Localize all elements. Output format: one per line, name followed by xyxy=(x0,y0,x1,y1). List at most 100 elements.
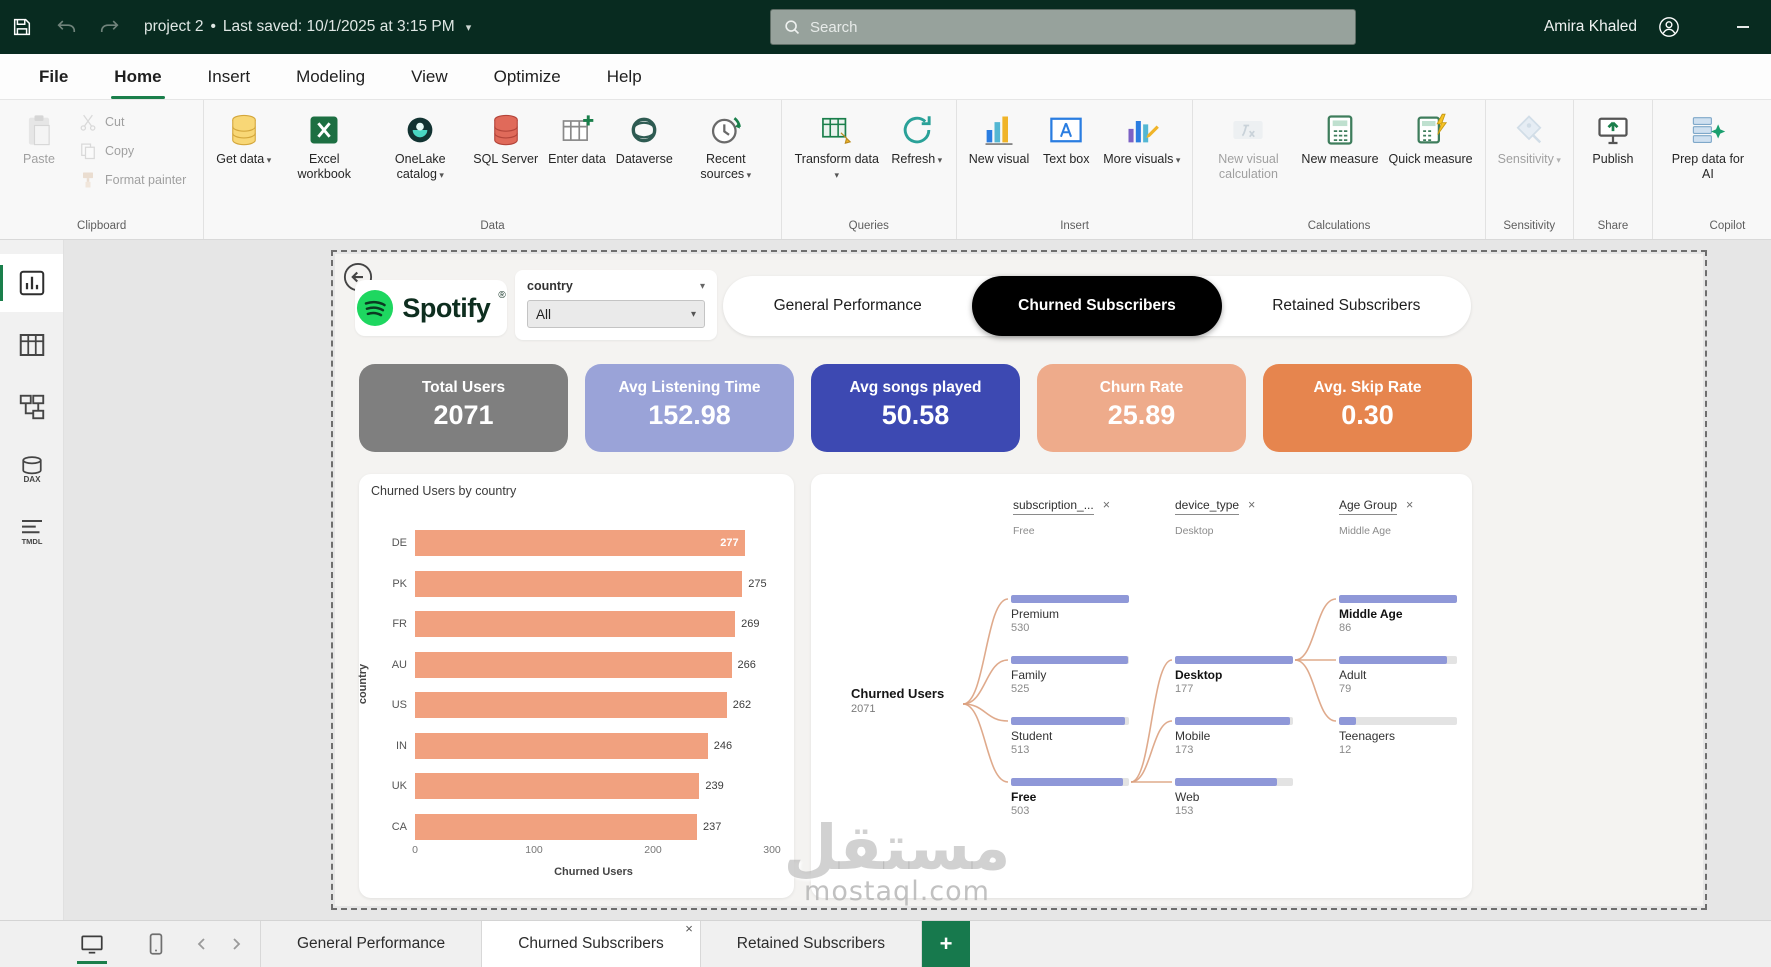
next-page-icon[interactable] xyxy=(228,936,244,952)
tree-node-premium[interactable]: Premium530 xyxy=(1011,595,1129,634)
copy-button[interactable]: Copy xyxy=(73,138,196,164)
kpi-card-total-users[interactable]: Total Users2071 xyxy=(359,364,568,452)
remove-level-icon[interactable]: × xyxy=(1248,498,1255,512)
bar[interactable] xyxy=(415,571,742,597)
sidebar-item-model-view[interactable] xyxy=(0,378,63,436)
page-tab-general-performance[interactable]: General Performance xyxy=(260,921,482,967)
tree-field-name[interactable]: subscription_... xyxy=(1013,498,1094,515)
kpi-card-avg-skip-rate[interactable]: Avg. Skip Rate0.30 xyxy=(1263,364,1472,452)
tree-node-free[interactable]: Free503 xyxy=(1011,778,1129,817)
dataverse-button[interactable]: Dataverse xyxy=(611,106,678,169)
menu-item-modeling[interactable]: Modeling xyxy=(273,54,388,99)
format-painter-button[interactable]: Format painter xyxy=(73,167,196,193)
dashboard-tab-retained-subscribers[interactable]: Retained Subscribers xyxy=(1222,276,1471,336)
chart-title: Churned Users by country xyxy=(371,484,516,498)
tree-node-middle-age[interactable]: Middle Age86 xyxy=(1339,595,1457,634)
menu-item-insert[interactable]: Insert xyxy=(185,54,274,99)
project-title[interactable]: project 2 • Last saved: 10/1/2025 at 3:1… xyxy=(144,18,471,36)
new-visual-button[interactable]: New visual xyxy=(964,106,1034,169)
dashboard-tab-general-performance[interactable]: General Performance xyxy=(723,276,972,336)
dashboard-tab-churned-subscribers[interactable]: Churned Subscribers xyxy=(972,276,1221,336)
page-tab-churned-subscribers[interactable]: Churned Subscribers× xyxy=(482,921,701,967)
tree-node-web[interactable]: Web153 xyxy=(1175,778,1293,817)
kpi-card-avg-listening-time[interactable]: Avg Listening Time152.98 xyxy=(585,364,794,452)
remove-level-icon[interactable]: × xyxy=(1103,498,1110,512)
page-tab-retained-subscribers[interactable]: Retained Subscribers xyxy=(701,921,922,967)
minimize-icon[interactable] xyxy=(1729,13,1757,41)
prep-data-for-ai-button[interactable]: Prep data for AI xyxy=(1660,106,1756,184)
enter-data-button[interactable]: Enter data xyxy=(543,106,611,169)
prev-page-icon[interactable] xyxy=(194,936,210,952)
bar[interactable] xyxy=(415,692,727,718)
sidebar-item-tmdl-view[interactable]: TMDL xyxy=(0,502,63,560)
text-box-button[interactable]: Text box xyxy=(1034,106,1098,169)
bar[interactable] xyxy=(415,814,697,840)
sidebar-item-dax-query-view[interactable]: DAX xyxy=(0,440,63,498)
ribbon-group-copilot: Prep data for AICopilot xyxy=(1653,100,1771,239)
bar-chart-visual[interactable]: Churned Users by country DE277PK275FR269… xyxy=(359,474,794,898)
add-page-button[interactable]: + xyxy=(922,921,970,967)
tree-field-name[interactable]: device_type xyxy=(1175,498,1239,515)
menu-item-home[interactable]: Home xyxy=(91,54,184,99)
tree-node-desktop[interactable]: Desktop177 xyxy=(1175,656,1293,695)
country-select[interactable]: All ▾ xyxy=(527,300,705,328)
tree-node-family[interactable]: Family525 xyxy=(1011,656,1129,695)
decomposition-tree-visual[interactable]: subscription_...×Freedevice_type×Desktop… xyxy=(811,474,1472,898)
quick-measure-button[interactable]: Quick measure xyxy=(1384,106,1478,169)
sidebar-item-report-view[interactable] xyxy=(0,254,63,312)
chevron-down-icon[interactable]: ▾ xyxy=(700,281,705,292)
more-visuals-button[interactable]: More visuals ▾ xyxy=(1098,106,1185,169)
sql-server-button[interactable]: SQL Server xyxy=(468,106,543,169)
mobile-view-icon[interactable] xyxy=(138,921,174,967)
tree-node-mobile[interactable]: Mobile173 xyxy=(1175,717,1293,756)
recent-sources-button[interactable]: Recent sources ▾ xyxy=(678,106,774,184)
paste-button[interactable]: Paste xyxy=(7,106,71,169)
tree-node-teenagers[interactable]: Teenagers12 xyxy=(1339,717,1457,756)
refresh-button[interactable]: Refresh ▾ xyxy=(885,106,949,169)
kpi-card-churn-rate[interactable]: Churn Rate25.89 xyxy=(1037,364,1246,452)
tree-root-node[interactable]: Churned Users2071 xyxy=(851,686,973,715)
transform-data-button[interactable]: Transform data ▾ xyxy=(789,106,885,184)
kpi-card-avg-songs-played[interactable]: Avg songs played50.58 xyxy=(811,364,1020,452)
cut-button[interactable]: Cut xyxy=(73,109,196,135)
kpi-title: Avg. Skip Rate xyxy=(1263,379,1472,397)
get-data-icon xyxy=(226,111,262,149)
save-icon[interactable] xyxy=(8,13,36,41)
redo-icon[interactable] xyxy=(96,13,124,41)
dashboard-page[interactable]: Spotify ® country ▾ All ▾ General Perfor… xyxy=(335,254,1703,906)
user-name[interactable]: Amira Khaled xyxy=(1544,18,1637,36)
search-bar[interactable] xyxy=(770,9,1356,45)
onelake-catalog-button[interactable]: OneLake catalog ▾ xyxy=(372,106,468,184)
remove-level-icon[interactable]: × xyxy=(1406,498,1413,512)
report-canvas[interactable]: Spotify ® country ▾ All ▾ General Perfor… xyxy=(64,240,1771,920)
account-icon[interactable] xyxy=(1655,13,1683,41)
tree-field-name[interactable]: Age Group xyxy=(1339,498,1397,515)
new-measure-button[interactable]: New measure xyxy=(1296,106,1383,169)
excel-workbook-button[interactable]: Excel workbook xyxy=(276,106,372,184)
search-input[interactable] xyxy=(810,19,1343,36)
publish-button[interactable]: Publish xyxy=(1581,106,1645,169)
tree-node-adult[interactable]: Adult79 xyxy=(1339,656,1457,695)
brand-name: Spotify xyxy=(402,293,490,324)
sensitivity-button[interactable]: Sensitivity ▾ xyxy=(1493,106,1566,169)
bar[interactable] xyxy=(415,611,735,637)
menu-item-file[interactable]: File xyxy=(16,54,91,99)
sidebar-item-table-view[interactable] xyxy=(0,316,63,374)
ribbon-group-share: PublishShare xyxy=(1574,100,1653,239)
desktop-view-icon[interactable] xyxy=(74,921,110,967)
bar[interactable] xyxy=(415,733,708,759)
menu-item-optimize[interactable]: Optimize xyxy=(471,54,584,99)
undo-icon[interactable] xyxy=(52,13,80,41)
bar[interactable] xyxy=(415,773,699,799)
kpi-title: Avg songs played xyxy=(811,379,1020,397)
get-data-button[interactable]: Get data ▾ xyxy=(211,106,276,169)
menu-item-help[interactable]: Help xyxy=(584,54,665,99)
page-nav-arrows xyxy=(194,921,244,967)
tree-node-student[interactable]: Student513 xyxy=(1011,717,1129,756)
close-tab-icon[interactable]: × xyxy=(685,922,693,936)
bar[interactable] xyxy=(415,530,745,556)
menu-item-view[interactable]: View xyxy=(388,54,471,99)
new-visual-calculation-button[interactable]: New visual calculation xyxy=(1200,106,1296,184)
titlebar-right: Amira Khaled xyxy=(1544,0,1763,54)
bar[interactable] xyxy=(415,652,732,678)
